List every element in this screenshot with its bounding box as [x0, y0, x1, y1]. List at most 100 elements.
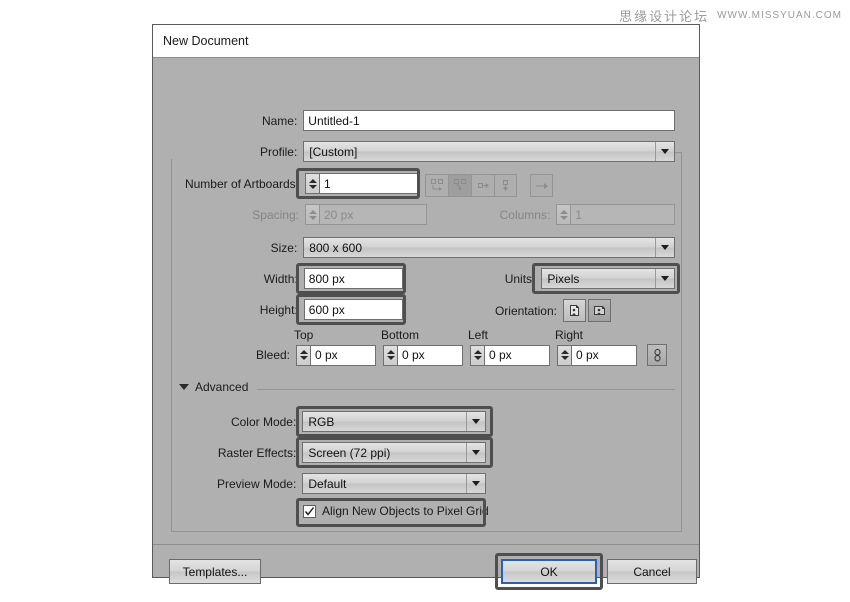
advanced-label: Advanced — [195, 380, 248, 394]
dialog-titlebar: New Document — [153, 25, 699, 58]
artboards-value: 1 — [324, 177, 331, 191]
dialog-body: Name: Untitled-1 Profile: [Custom] Numbe… — [153, 58, 699, 577]
artboards-spinner-arrows[interactable] — [305, 173, 319, 194]
bleed-col-top-label: Top — [294, 328, 313, 342]
watermark: 思缘设计论坛 WWW.MISSYUAN.COM — [619, 6, 842, 25]
preview-mode-dropdown[interactable]: Default — [302, 473, 486, 494]
landscape-orientation-icon[interactable] — [588, 299, 611, 322]
color-mode-value: RGB — [308, 415, 466, 429]
profile-value: [Custom] — [309, 145, 655, 159]
raster-effects-value: Screen (72 ppi) — [308, 446, 466, 460]
preview-mode-row: Preview Mode: Default — [153, 473, 486, 494]
height-value: 600 px — [309, 303, 345, 317]
chevron-down-icon — [466, 474, 485, 493]
units-row: Units: Pixels — [489, 268, 675, 289]
bleed-col-bottom-label: Bottom — [381, 328, 419, 342]
cancel-button-label: Cancel — [633, 565, 670, 579]
bleed-bottom-spinner-arrows[interactable] — [383, 345, 397, 366]
width-value: 800 px — [309, 272, 345, 286]
orientation-label: Orientation: — [463, 304, 563, 318]
columns-value: 1 — [575, 208, 582, 222]
dialog-title: New Document — [163, 34, 248, 48]
advanced-rule — [257, 389, 675, 390]
advanced-disclosure[interactable]: Advanced — [179, 380, 248, 394]
width-label: Width: — [153, 272, 304, 286]
arrange-by-row-icon[interactable] — [471, 174, 494, 197]
arrange-by-column-icon[interactable] — [494, 174, 517, 197]
bleed-left-stepper[interactable]: 0 px — [470, 345, 550, 366]
name-label: Name: — [153, 114, 303, 128]
bleed-left-value: 0 px — [489, 348, 512, 362]
templates-button[interactable]: Templates... — [169, 559, 261, 584]
spacing-label: Spacing: — [153, 208, 305, 222]
chevron-down-icon — [655, 142, 674, 161]
group-frame-top-right — [674, 152, 682, 153]
height-input[interactable]: 600 px — [304, 299, 403, 320]
columns-row: Columns: 1 — [453, 204, 675, 225]
watermark-url: WWW.MISSYUAN.COM — [717, 10, 842, 21]
templates-button-label: Templates... — [183, 565, 248, 579]
cancel-button[interactable]: Cancel — [607, 559, 697, 584]
preview-mode-label: Preview Mode: — [153, 477, 302, 491]
columns-input: 1 — [570, 204, 675, 225]
grid-by-row-icon[interactable] — [425, 174, 448, 197]
bleed-right-stepper[interactable]: 0 px — [557, 345, 637, 366]
bleed-row: Bleed: 0 px 0 px 0 px — [153, 344, 675, 366]
bleed-right-spinner-arrows[interactable] — [557, 345, 571, 366]
name-input[interactable]: Untitled-1 — [303, 110, 675, 131]
columns-spinner-arrows — [556, 204, 570, 225]
artboard-arrange-buttons — [425, 174, 517, 197]
watermark-cn: 思缘设计论坛 — [619, 6, 709, 25]
units-label: Units: — [489, 272, 541, 286]
spacing-spinner-arrows — [305, 204, 319, 225]
spacing-input: 20 px — [319, 204, 427, 225]
bleed-left-spinner-arrows[interactable] — [470, 345, 484, 366]
bleed-top-spinner-arrows[interactable] — [296, 345, 310, 366]
chevron-down-icon — [466, 412, 485, 431]
bleed-bottom-input[interactable]: 0 px — [397, 345, 463, 366]
portrait-orientation-icon[interactable] — [563, 299, 586, 322]
chevron-down-icon — [179, 384, 189, 390]
color-mode-label: Color Mode: — [153, 415, 302, 429]
artboards-label: Number of Artboards: — [153, 177, 305, 191]
width-row: Width: 800 px — [153, 268, 403, 289]
ok-button-label: OK — [540, 565, 557, 579]
footer-separator — [153, 544, 699, 545]
align-pixel-grid-label: Align New Objects to Pixel Grid — [322, 504, 489, 518]
name-row: Name: Untitled-1 — [153, 110, 675, 131]
height-label: Height: — [153, 303, 304, 317]
width-input[interactable]: 800 px — [304, 268, 403, 289]
units-dropdown[interactable]: Pixels — [541, 268, 675, 289]
units-value: Pixels — [547, 272, 655, 286]
bleed-right-value: 0 px — [576, 348, 599, 362]
size-dropdown[interactable]: 800 x 600 — [303, 237, 675, 258]
artboards-input[interactable]: 1 — [319, 173, 419, 194]
artboards-stepper[interactable]: 1 — [305, 173, 419, 194]
bleed-top-stepper[interactable]: 0 px — [296, 345, 376, 366]
chevron-down-icon — [466, 443, 485, 462]
bleed-right-input[interactable]: 0 px — [571, 345, 637, 366]
bleed-top-input[interactable]: 0 px — [310, 345, 376, 366]
new-document-dialog: New Document Name: Untitled-1 Profile: [… — [152, 24, 700, 578]
size-row: Size: 800 x 600 — [153, 237, 675, 258]
orientation-buttons — [563, 299, 611, 322]
screen: 思缘设计论坛 WWW.MISSYUAN.COM New Document Nam… — [0, 0, 850, 602]
bleed-col-right-label: Right — [555, 328, 583, 342]
profile-dropdown[interactable]: [Custom] — [303, 141, 675, 162]
raster-effects-label: Raster Effects: — [153, 446, 302, 460]
bleed-label: Bleed: — [153, 348, 296, 362]
name-input-value: Untitled-1 — [308, 114, 359, 128]
align-pixel-grid-row[interactable]: Align New Objects to Pixel Grid — [303, 504, 489, 518]
chain-link-icon[interactable] — [647, 344, 667, 366]
profile-label: Profile: — [153, 145, 303, 159]
raster-effects-dropdown[interactable]: Screen (72 ppi) — [302, 442, 486, 463]
bleed-left-input[interactable]: 0 px — [484, 345, 550, 366]
color-mode-dropdown[interactable]: RGB — [302, 411, 486, 432]
profile-row: Profile: [Custom] — [153, 141, 675, 162]
left-to-right-arrow-icon[interactable] — [530, 174, 553, 197]
bleed-bottom-stepper[interactable]: 0 px — [383, 345, 463, 366]
columns-stepper: 1 — [556, 204, 675, 225]
align-pixel-grid-checkbox[interactable] — [303, 505, 316, 518]
grid-by-column-icon[interactable] — [448, 174, 471, 197]
ok-button[interactable]: OK — [501, 559, 597, 584]
